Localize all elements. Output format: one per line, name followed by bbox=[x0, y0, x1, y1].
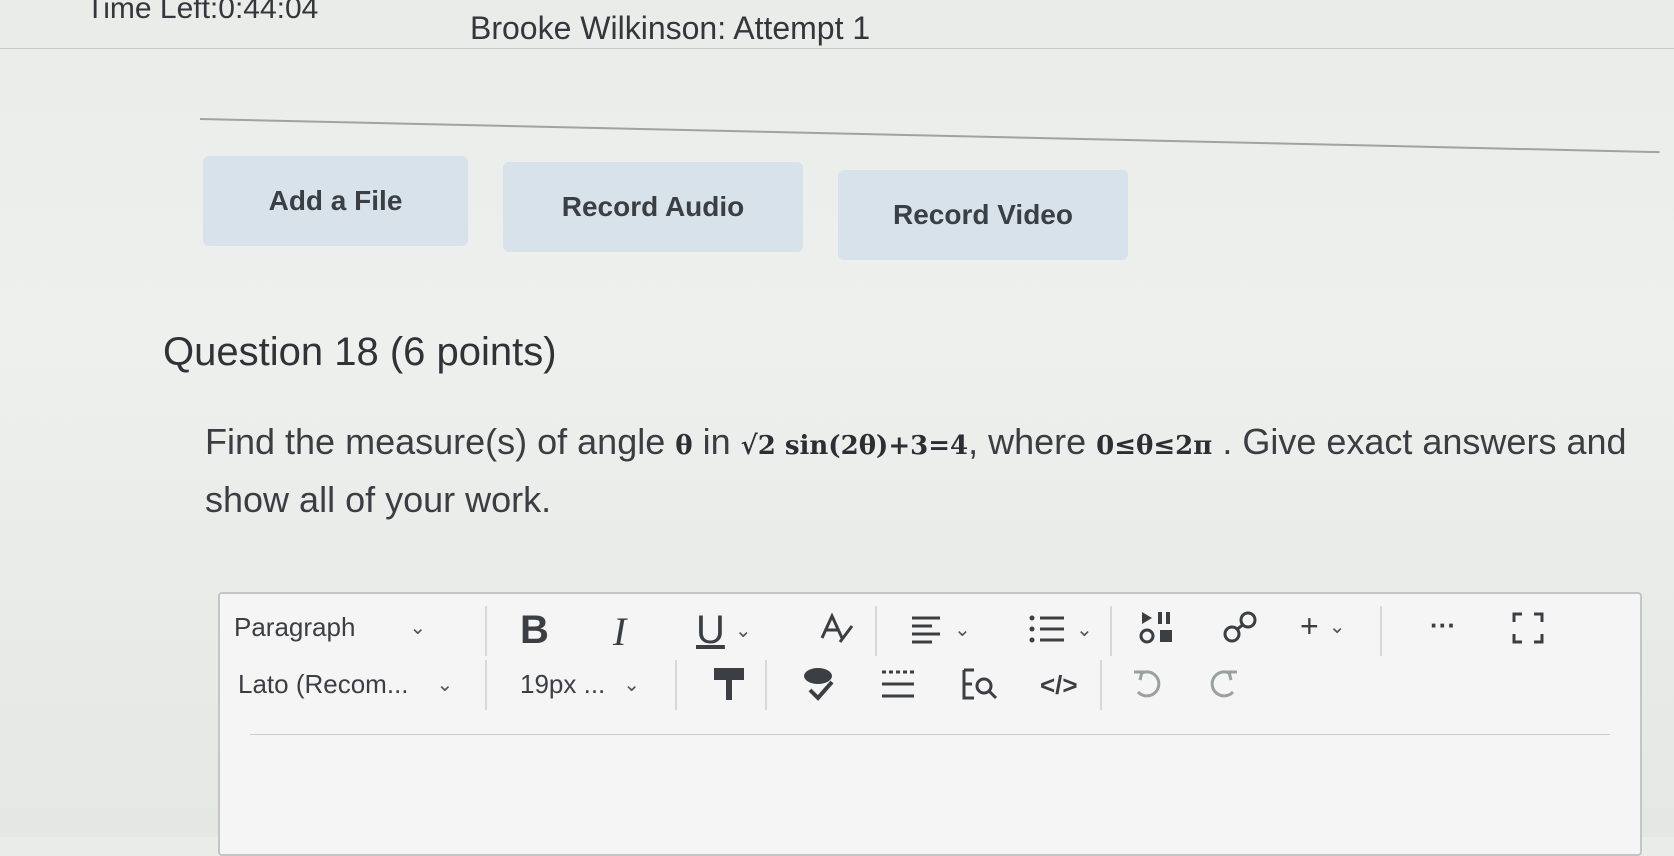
font-family-label: Lato (Recom... bbox=[238, 668, 409, 699]
toolbar-divider bbox=[1110, 606, 1112, 656]
toolbar-divider bbox=[675, 660, 677, 710]
add-file-button[interactable]: Add a File bbox=[203, 156, 468, 246]
attempt-header: Time Left:0:44:04 Brooke Wilkinson: Atte… bbox=[0, 0, 1674, 49]
chevron-down-icon: ⌄ bbox=[734, 620, 752, 642]
underline-label: U bbox=[696, 608, 725, 652]
angle-range: 0≤θ≤2π bbox=[1096, 431, 1213, 461]
chevron-down-icon: ⌄ bbox=[436, 673, 454, 696]
chevron-down-icon: ⌄ bbox=[954, 618, 971, 641]
toolbar-divider bbox=[485, 606, 487, 656]
align-icon bbox=[912, 616, 940, 644]
header-divider bbox=[0, 48, 1674, 49]
bold-button[interactable]: B bbox=[520, 608, 549, 653]
question-text: Find the measure(s) of angle θ in √2 sin… bbox=[205, 415, 1635, 527]
chevron-down-icon: ⌄ bbox=[409, 617, 427, 639]
undo-icon[interactable] bbox=[1130, 666, 1166, 702]
equation: √2 sin(2θ)+3=4 bbox=[740, 431, 969, 461]
upload-area-border bbox=[199, 118, 1660, 154]
media-icon[interactable] bbox=[1138, 608, 1178, 648]
chevron-down-icon: ⌄ bbox=[623, 673, 641, 696]
block-format-label: Paragraph bbox=[234, 612, 356, 642]
toolbar-divider bbox=[765, 660, 767, 710]
link-icon[interactable] bbox=[1220, 608, 1260, 648]
theta-symbol: θ bbox=[675, 431, 693, 461]
record-audio-button[interactable]: Record Audio bbox=[503, 162, 803, 252]
format-painter-icon[interactable] bbox=[710, 664, 750, 704]
time-left: Time Left:0:44:04 bbox=[86, 0, 319, 25]
italic-button[interactable]: I bbox=[613, 608, 626, 655]
html-editor-button[interactable]: </> bbox=[1040, 670, 1078, 701]
horizontal-rule-icon[interactable] bbox=[880, 666, 916, 702]
accessibility-check-icon[interactable] bbox=[800, 664, 840, 704]
question-title: Question 18 (6 points) bbox=[163, 330, 557, 375]
toolbar-divider bbox=[1100, 660, 1102, 710]
toolbar-divider bbox=[485, 660, 487, 710]
list-button[interactable]: ⌄ bbox=[1028, 612, 1093, 646]
toolbar-divider bbox=[1380, 606, 1382, 656]
toolbar-bottom-border bbox=[250, 734, 1610, 735]
question-points: (6 points) bbox=[389, 330, 557, 374]
equation-editor-icon[interactable] bbox=[960, 666, 1000, 702]
list-icon bbox=[1029, 615, 1064, 643]
underline-button[interactable]: U ⌄ bbox=[696, 608, 752, 653]
more-options-button[interactable]: ··· bbox=[1430, 610, 1456, 641]
fullscreen-icon[interactable] bbox=[1510, 610, 1546, 646]
font-size-label: 19px ... bbox=[520, 668, 606, 699]
align-button[interactable]: ⌄ bbox=[910, 612, 971, 646]
rich-text-editor[interactable]: Paragraph ⌄ B I U ⌄ ⌄ ⌄ + ⌄ ··· Lato (Re… bbox=[218, 592, 1642, 856]
block-format-select[interactable]: Paragraph ⌄ bbox=[234, 612, 426, 643]
plus-icon: + bbox=[1300, 608, 1319, 644]
attempt-title: Brooke Wilkinson: Attempt 1 bbox=[470, 10, 871, 46]
question-text-start: Find the measure(s) of angle bbox=[205, 421, 666, 462]
question-number: Question 18 bbox=[163, 330, 379, 374]
record-video-button[interactable]: Record Video bbox=[838, 170, 1128, 260]
font-size-select[interactable]: 19px ... ⌄ bbox=[520, 654, 640, 714]
chevron-down-icon: ⌄ bbox=[1328, 616, 1346, 638]
text-color-icon[interactable] bbox=[816, 608, 856, 648]
chevron-down-icon: ⌄ bbox=[1076, 618, 1093, 641]
question-text-where: , where bbox=[968, 421, 1087, 462]
insert-button[interactable]: + ⌄ bbox=[1300, 608, 1345, 645]
toolbar-divider bbox=[875, 606, 877, 656]
font-family-select[interactable]: Lato (Recom... ⌄ bbox=[238, 654, 453, 714]
redo-icon[interactable] bbox=[1205, 666, 1241, 702]
question-text-in: in bbox=[702, 421, 731, 462]
